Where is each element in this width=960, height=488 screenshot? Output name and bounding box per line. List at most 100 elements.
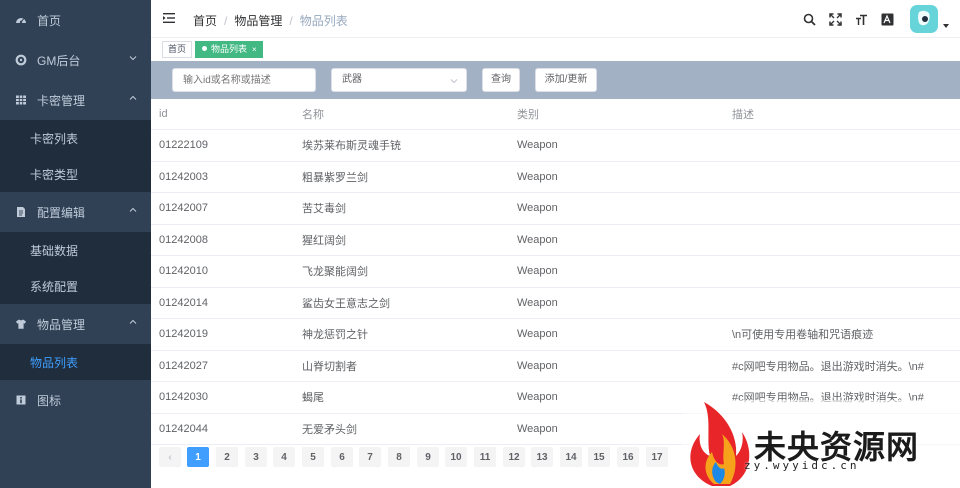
sidebar: 首页 GM后台 卡密管理 卡密列表 卡密类型 配置编辑 基础数据 系统配置 物品… (0, 0, 151, 488)
sidebar-item-config[interactable]: 配置编辑 (0, 192, 151, 232)
cell-name: 鲨齿女王意志之剑 (302, 297, 390, 310)
page-button[interactable]: 5 (302, 447, 324, 467)
page-button[interactable]: 4 (273, 447, 295, 467)
fullscreen-icon[interactable] (828, 12, 842, 26)
page-button[interactable]: 16 (617, 447, 639, 467)
prev-page-button[interactable]: ‹ (159, 447, 181, 467)
cell-type: Weapon (517, 422, 558, 435)
dashboard-icon (14, 13, 28, 27)
navbar-tools (802, 0, 960, 38)
sidebar-item-home[interactable]: 首页 (0, 0, 151, 40)
navbar: 首页 / 物品管理 / 物品列表 (151, 0, 960, 38)
table-row[interactable]: 01242027 山脊切割者 Weapon #c网吧专用物品。退出游戏时消失。\… (151, 351, 960, 382)
cell-type: Weapon (517, 359, 558, 372)
table-row[interactable]: 01242010 飞龙聚能阔剑 Weapon (151, 256, 960, 288)
font-size-icon[interactable] (854, 12, 868, 26)
page-button[interactable]: 3 (245, 447, 267, 467)
header-desc: 描述 (732, 109, 754, 121)
breadcrumb-current: 物品列表 (299, 14, 348, 28)
tag-home[interactable]: 首页 (162, 41, 193, 58)
breadcrumb-home[interactable]: 首页 (193, 12, 217, 29)
cell-type: Weapon (517, 233, 558, 246)
close-icon[interactable]: × (252, 45, 257, 54)
sidebar-subitem-item-list[interactable]: 物品列表 (0, 344, 151, 380)
cell-name: 神龙惩罚之针 (302, 329, 368, 342)
cell-id: 01242019 (159, 328, 208, 341)
page-button[interactable]: 14 (560, 447, 582, 467)
page-button[interactable]: 15 (588, 447, 610, 467)
sidebar-item-icons[interactable]: 图标 (0, 380, 151, 420)
cell-type: Weapon (517, 296, 558, 309)
page-button[interactable]: 13 (531, 447, 553, 467)
caret-down-icon[interactable] (942, 22, 950, 30)
sidebar-item-items[interactable]: 物品管理 (0, 304, 151, 344)
sidebar-item-gm[interactable]: GM后台 (0, 40, 151, 80)
sidebar-item-label: 物品管理 (37, 317, 86, 332)
cell-type: Weapon (517, 328, 558, 341)
cell-type: Weapon (517, 139, 558, 152)
page-button[interactable]: 10 (445, 447, 467, 467)
settings-icon (14, 53, 28, 67)
breadcrumb-separator: / (289, 13, 293, 28)
breadcrumb-separator: / (224, 13, 228, 28)
watermark-url: zy.wyyidc.cn (744, 459, 860, 472)
cell-name: 飞龙聚能阔剑 (302, 266, 368, 279)
page-button[interactable]: 8 (388, 447, 410, 467)
chevron-up-icon (129, 207, 137, 212)
sidebar-item-label: GM后台 (37, 53, 81, 68)
table-row[interactable]: 01222109 埃苏莱布斯灵魂手铳 Weapon (151, 130, 960, 162)
chevron-down-icon (129, 56, 137, 61)
sidebar-subitem-basic-data[interactable]: 基础数据 (0, 232, 151, 268)
table-row[interactable]: 01242008 猩红阔剑 Weapon (151, 225, 960, 256)
hamburger-icon[interactable] (163, 12, 175, 24)
cell-name: 埃苏莱布斯灵魂手铳 (302, 140, 401, 153)
table-row[interactable]: 01242019 神龙惩罚之针 Weapon \n可使用专用卷轴和咒语痕迹 (151, 319, 960, 351)
page-button[interactable]: 11 (474, 447, 496, 467)
page-button[interactable]: 2 (216, 447, 238, 467)
cell-id: 01242003 (159, 170, 208, 183)
table-row[interactable]: 01242014 鲨齿女王意志之剑 Weapon (151, 288, 960, 319)
search-button[interactable]: 查询 (482, 68, 520, 92)
sidebar-item-label: 配置编辑 (37, 205, 86, 220)
cell-desc: \n可使用专用卷轴和咒语痕迹 (732, 329, 874, 342)
page-button[interactable]: 1 (187, 447, 209, 467)
chevron-up-icon (129, 95, 137, 100)
page-button[interactable]: 6 (331, 447, 353, 467)
breadcrumb-item-management[interactable]: 物品管理 (234, 12, 282, 29)
category-select[interactable]: 武器 (331, 68, 467, 92)
cell-type: Weapon (517, 202, 558, 215)
items-table: id 名称 类别 描述 01222109 埃苏莱布斯灵魂手铳 Weapon 01… (151, 99, 960, 445)
icon-icon (14, 393, 28, 407)
page-button[interactable]: 12 (503, 447, 525, 467)
table-row[interactable]: 01242007 苦艾毒剑 Weapon (151, 193, 960, 225)
cell-id: 01222109 (159, 139, 208, 152)
chevron-down-icon (450, 79, 458, 84)
header-name: 名称 (302, 109, 324, 121)
sidebar-item-label: 首页 (37, 13, 62, 28)
language-icon[interactable] (880, 12, 894, 26)
sidebar-subitem-card-list[interactable]: 卡密列表 (0, 120, 151, 156)
cell-name: 猩红阔剑 (302, 234, 346, 247)
add-update-button[interactable]: 添加/更新 (535, 68, 597, 92)
cell-id: 01242010 (159, 265, 208, 278)
table-header: id 名称 类别 描述 (151, 99, 960, 130)
tag-label: 物品列表 (211, 44, 248, 54)
cell-type: Weapon (517, 265, 558, 278)
sidebar-item-label: 图标 (37, 393, 62, 408)
cell-name: 苦艾毒剑 (302, 203, 346, 216)
sidebar-subitem-card-type[interactable]: 卡密类型 (0, 156, 151, 192)
search-input[interactable] (172, 68, 316, 92)
search-icon[interactable] (802, 12, 816, 26)
page-button[interactable]: 9 (417, 447, 439, 467)
avatar[interactable] (910, 5, 938, 33)
tag-item-list[interactable]: 物品列表 × (195, 41, 263, 58)
page-button[interactable]: 17 (646, 447, 668, 467)
sidebar-subitem-system-config[interactable]: 系统配置 (0, 268, 151, 304)
sidebar-item-label: 卡密管理 (37, 93, 86, 108)
page-button[interactable]: 7 (359, 447, 381, 467)
sidebar-item-card[interactable]: 卡密管理 (0, 80, 151, 120)
cell-id: 01242027 (159, 359, 208, 372)
cell-name: 蝎尾 (302, 392, 324, 405)
cell-name: 山脊切割者 (302, 360, 357, 373)
table-row[interactable]: 01242003 粗暴紫罗兰剑 Weapon (151, 162, 960, 193)
